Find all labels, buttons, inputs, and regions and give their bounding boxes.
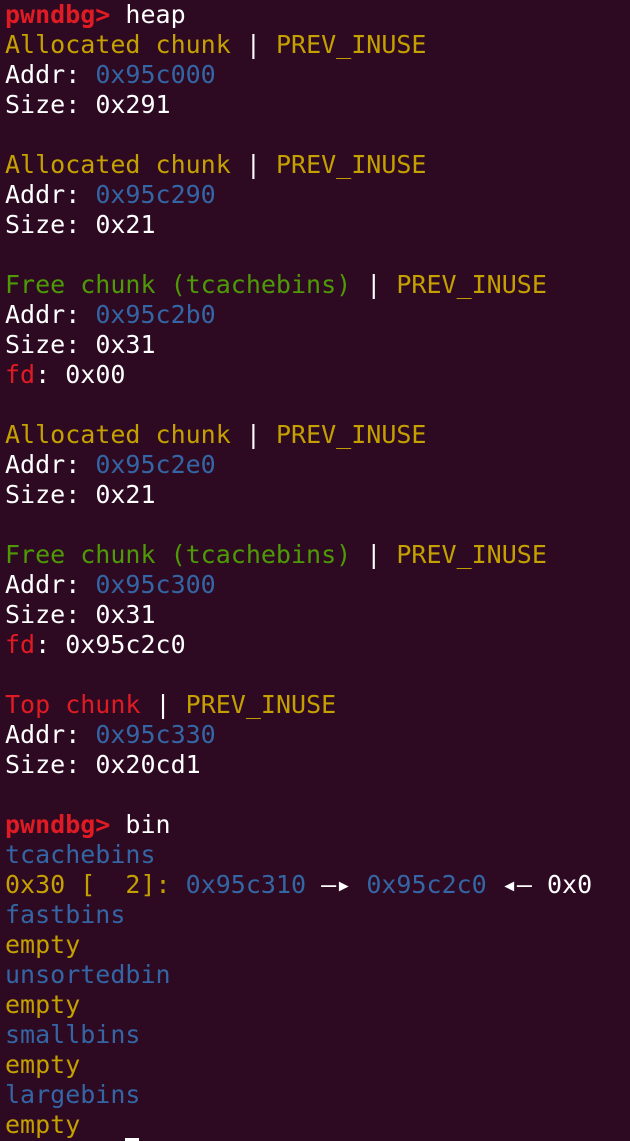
chunk-addr: Addr: 0x95c330	[5, 720, 630, 750]
addr-label: Addr:	[5, 570, 81, 599]
chunk-header: Allocated chunk | PREV_INUSE	[5, 30, 630, 60]
unsortedbin-title: unsortedbin	[5, 960, 171, 989]
tcache-end: 0x0	[546, 870, 593, 899]
chunk-addr: Addr: 0x95c000	[5, 60, 630, 90]
chunk-label: Top chunk	[5, 690, 141, 719]
chunk-header: Free chunk (tcachebins) | PREV_INUSE	[5, 540, 630, 570]
addr-label: Addr:	[5, 180, 81, 209]
command-line-heap: pwndbg> heap	[5, 0, 630, 30]
addr-value: 0x95c330	[95, 720, 216, 749]
addr-label: Addr:	[5, 720, 81, 749]
fd-value: 0x95c2c0	[65, 630, 186, 659]
fastbins-title: fastbins	[5, 900, 126, 929]
tcache-count: [ 2]:	[80, 870, 171, 899]
chunk-flags: PREV_INUSE	[275, 420, 427, 449]
chunk-flags: PREV_INUSE	[396, 270, 547, 299]
chunk-addr: Addr: 0x95c2b0	[5, 300, 630, 330]
chunk-flags: PREV_INUSE	[396, 540, 547, 569]
chunk-flags: PREV_INUSE	[275, 30, 427, 59]
size-value: 0x291	[95, 90, 171, 119]
chunk-label: Allocated chunk	[5, 150, 231, 179]
size-value: 0x31	[95, 600, 156, 629]
size-label: Size:	[5, 210, 81, 239]
addr-value: 0x95c290	[95, 180, 216, 209]
chunk-label: Free chunk (tcachebins)	[5, 270, 352, 299]
terminal-output[interactable]: pwndbg> heap Allocated chunk | PREV_INUS…	[5, 0, 630, 1140]
largebins-title: largebins	[5, 1080, 141, 1109]
chunk-addr: Addr: 0x95c300	[5, 570, 630, 600]
addr-value: 0x95c300	[95, 570, 216, 599]
chunk-size: Size: 0x291	[5, 90, 630, 120]
fd-value: 0x00	[65, 360, 126, 389]
fastbins-value: empty	[5, 930, 81, 959]
chunk-addr: Addr: 0x95c290	[5, 180, 630, 210]
size-value: 0x21	[95, 210, 156, 239]
chunk-flags: PREV_INUSE	[275, 150, 427, 179]
tcache-second-addr: 0x95c2c0	[366, 870, 487, 899]
chunk-addr: Addr: 0x95c2e0	[5, 450, 630, 480]
size-label: Size:	[5, 480, 81, 509]
chunk-size: Size: 0x21	[5, 210, 630, 240]
addr-value: 0x95c2e0	[95, 450, 216, 479]
smallbins-title: smallbins	[5, 1020, 141, 1049]
command-text: bin	[125, 810, 171, 839]
chunk-size: Size: 0x20cd1	[5, 750, 630, 780]
command-line-bin: pwndbg> bin	[5, 810, 630, 840]
tcache-entry: 0x30 [ 2]: 0x95c310 —▸ 0x95c2c0 ◂— 0x0	[5, 870, 630, 900]
chunk-size: Size: 0x31	[5, 600, 630, 630]
tcache-first-addr: 0x95c310	[185, 870, 307, 899]
chunk-header: Free chunk (tcachebins) | PREV_INUSE	[5, 270, 630, 300]
addr-value: 0x95c000	[95, 60, 216, 89]
separator: |	[366, 540, 382, 569]
separator: |	[155, 690, 171, 719]
forward-arrow-icon: —▸	[321, 870, 352, 899]
chunk-flags: PREV_INUSE	[185, 690, 337, 719]
largebins-value: empty	[5, 1110, 81, 1139]
addr-label: Addr:	[5, 450, 81, 479]
fd-label: fd	[5, 630, 36, 659]
tcache-size: 0x30	[5, 870, 66, 899]
addr-label: Addr:	[5, 60, 81, 89]
chunk-fd: fd: 0x95c2c0	[5, 630, 186, 659]
smallbins-value: empty	[5, 1050, 81, 1079]
chunk-header: Allocated chunk | PREV_INUSE	[5, 150, 630, 180]
chunk-label: Allocated chunk	[5, 30, 231, 59]
size-label: Size:	[5, 750, 81, 779]
separator: |	[245, 150, 261, 179]
chunk-fd: fd: 0x00	[5, 360, 126, 389]
size-value: 0x31	[95, 330, 156, 359]
separator: |	[366, 270, 382, 299]
shell-prompt: pwndbg>	[5, 0, 111, 29]
chunk-header: Top chunk | PREV_INUSE	[5, 690, 630, 720]
fd-label: fd	[5, 360, 36, 389]
chunk-header: Allocated chunk | PREV_INUSE	[5, 420, 630, 450]
chunk-label: Allocated chunk	[5, 420, 231, 449]
addr-label: Addr:	[5, 300, 81, 329]
size-value: 0x20cd1	[95, 750, 201, 779]
shell-prompt: pwndbg>	[5, 810, 111, 839]
chunk-size: Size: 0x31	[5, 330, 630, 360]
tcachebins-title: tcachebins	[5, 840, 156, 869]
unsortedbin-value: empty	[5, 990, 81, 1019]
size-label: Size:	[5, 600, 81, 629]
command-text: heap	[125, 0, 186, 29]
separator: |	[245, 30, 261, 59]
size-value: 0x21	[95, 480, 156, 509]
chunk-label: Free chunk (tcachebins)	[5, 540, 352, 569]
chunk-size: Size: 0x21	[5, 480, 630, 510]
addr-value: 0x95c2b0	[95, 300, 216, 329]
back-arrow-icon: ◂—	[501, 870, 532, 899]
size-label: Size:	[5, 330, 81, 359]
size-label: Size:	[5, 90, 81, 119]
separator: |	[245, 420, 261, 449]
